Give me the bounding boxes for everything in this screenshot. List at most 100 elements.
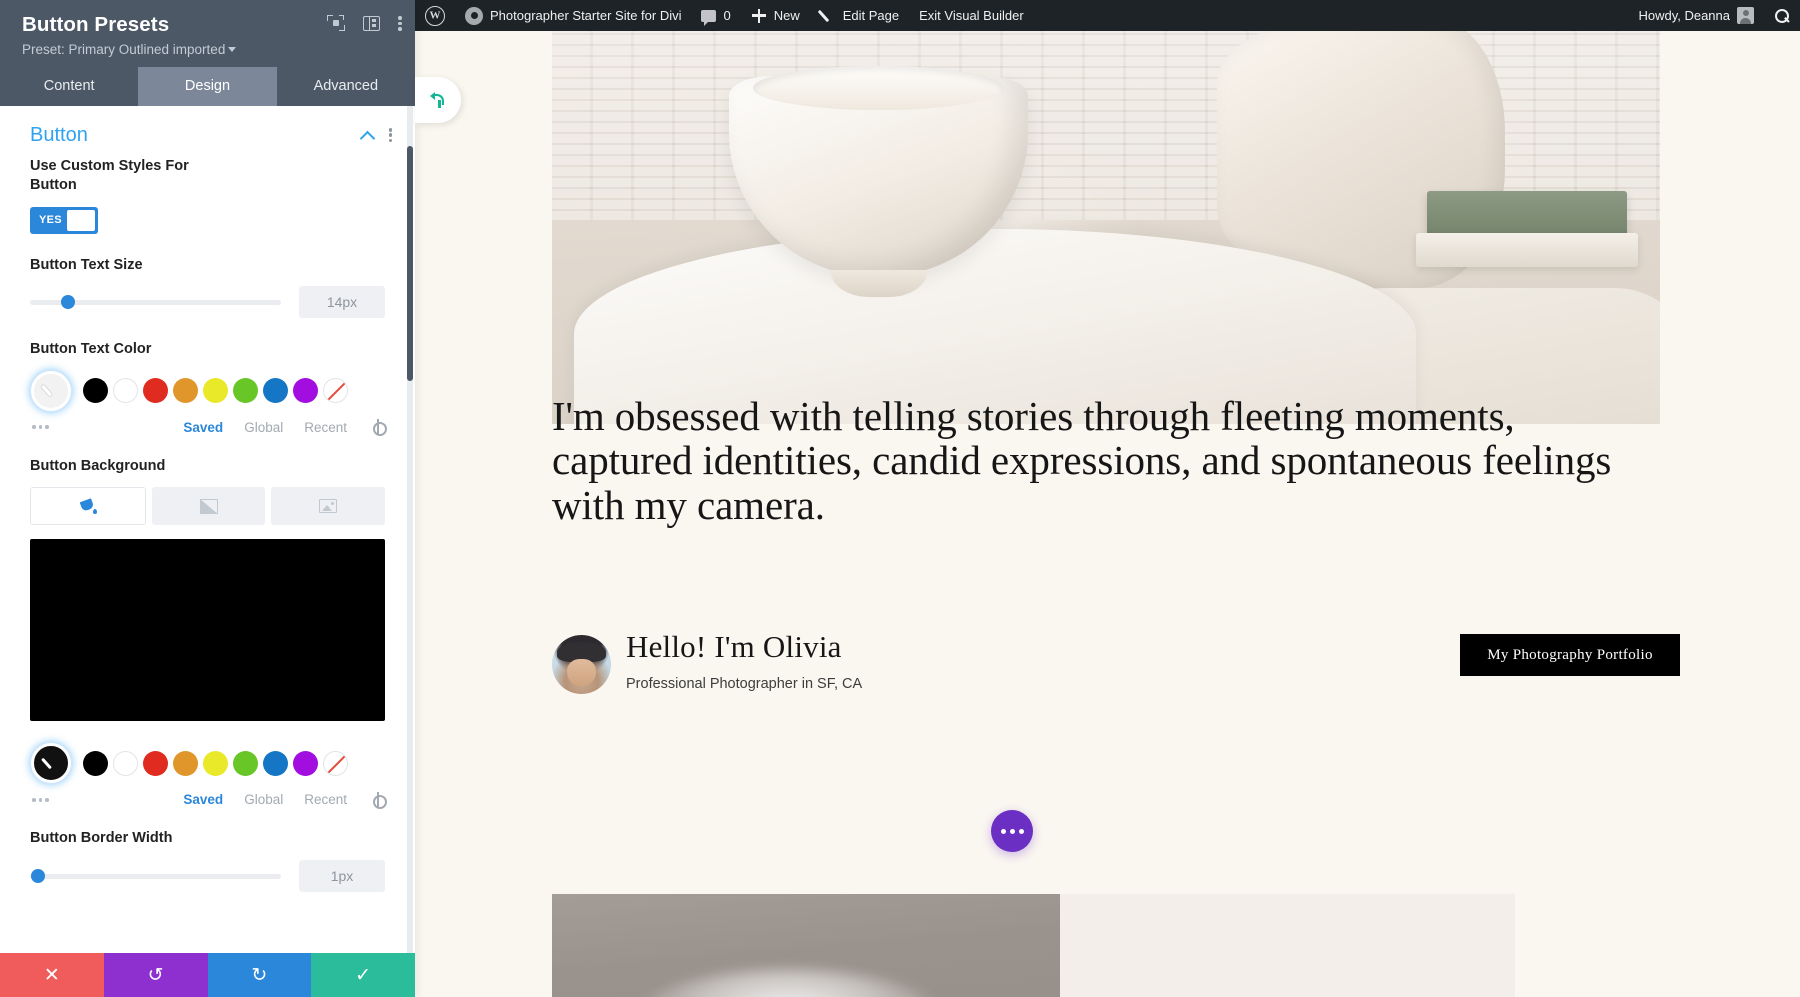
chevron-up-icon[interactable] — [361, 128, 375, 142]
swatch-white[interactable] — [113, 751, 138, 776]
swatch-green[interactable] — [233, 751, 258, 776]
hero-headline[interactable]: I'm obsessed with telling stories throug… — [552, 394, 1612, 527]
new-content-menu[interactable]: New — [741, 0, 810, 31]
background-image-tab[interactable] — [271, 487, 385, 525]
background-color-meta: Saved Global Recent — [30, 792, 385, 807]
swatch-red[interactable] — [143, 378, 168, 403]
link-global[interactable]: Global — [244, 420, 283, 435]
swatch-red[interactable] — [143, 751, 168, 776]
link-recent[interactable]: Recent — [304, 792, 347, 807]
custom-styles-toggle[interactable]: YES — [30, 207, 98, 234]
background-color-preview[interactable] — [30, 539, 385, 721]
preset-selector[interactable]: Preset: Primary Outlined imported — [22, 42, 399, 57]
panel-tabs: Content Design Advanced — [0, 67, 415, 106]
focus-icon[interactable] — [327, 14, 345, 32]
swatch-transparent[interactable] — [323, 378, 348, 403]
chevron-down-icon — [228, 47, 236, 52]
more-options-icon[interactable] — [32, 793, 54, 807]
gear-icon[interactable] — [371, 420, 385, 434]
swatch-orange[interactable] — [173, 378, 198, 403]
gallery-image-right[interactable] — [1060, 894, 1515, 997]
eyedropper-glyph — [43, 382, 60, 399]
wp-admin-bar: Photographer Starter Site for Divi 0 New… — [415, 0, 1800, 31]
howdy-menu[interactable]: Howdy, Deanna — [1628, 0, 1764, 31]
border-width-slider[interactable] — [30, 874, 281, 879]
hero-book-white — [1416, 233, 1638, 267]
wp-logo-menu[interactable] — [415, 0, 455, 31]
save-button[interactable]: ✓ — [311, 953, 415, 997]
floating-more-button[interactable] — [991, 810, 1033, 852]
background-color-tab[interactable] — [30, 487, 146, 525]
pencil-icon — [820, 8, 836, 24]
text-size-slider[interactable] — [30, 300, 281, 305]
redo-button[interactable]: ↻ — [208, 953, 312, 997]
field-button-border-width: Button Border Width — [0, 829, 415, 892]
search-button[interactable] — [1764, 0, 1800, 31]
profile-name[interactable]: Hello! I'm Olivia — [626, 629, 842, 665]
link-saved[interactable]: Saved — [183, 792, 223, 807]
dot — [1019, 829, 1024, 834]
panel-body[interactable]: Button Use Custom Styles For Button YES … — [0, 106, 415, 997]
tab-content[interactable]: Content — [0, 67, 138, 106]
swatch-yellow[interactable] — [203, 378, 228, 403]
section-title: Button — [30, 124, 361, 147]
swatch-blue[interactable] — [263, 751, 288, 776]
comments-menu[interactable]: 0 — [691, 0, 740, 31]
slider-handle[interactable] — [31, 869, 45, 883]
site-name-label: Photographer Starter Site for Divi — [490, 8, 681, 23]
tab-design[interactable]: Design — [138, 67, 276, 106]
field-label: Button Text Color — [30, 340, 220, 360]
swatch-black[interactable] — [83, 751, 108, 776]
kebab-menu-icon[interactable] — [398, 14, 403, 32]
undo-button[interactable]: ↺ — [104, 953, 208, 997]
panel-header: Button Presets Preset: Primary Outlined … — [0, 0, 415, 67]
visual-builder-tab[interactable] — [415, 77, 461, 123]
swatch-transparent[interactable] — [323, 751, 348, 776]
swatch-blue[interactable] — [263, 378, 288, 403]
swatch-white[interactable] — [113, 378, 138, 403]
gear-icon[interactable] — [371, 793, 385, 807]
plus-icon — [751, 8, 767, 24]
field-button-background: Button Background — [0, 457, 415, 722]
avatar-icon — [1737, 7, 1754, 24]
swatch-green[interactable] — [233, 378, 258, 403]
scrollbar-thumb[interactable] — [407, 146, 413, 381]
link-global[interactable]: Global — [244, 792, 283, 807]
comments-count: 0 — [723, 8, 730, 23]
slider-handle[interactable] — [61, 295, 75, 309]
site-name-menu[interactable]: Photographer Starter Site for Divi — [455, 0, 691, 31]
preset-label: Preset: Primary Outlined imported — [22, 42, 225, 57]
tab-advanced[interactable]: Advanced — [277, 67, 415, 106]
eyedropper-icon[interactable] — [31, 743, 71, 783]
text-size-input[interactable] — [299, 286, 385, 318]
search-icon — [1774, 8, 1790, 24]
color-source-links: Saved Global Recent — [183, 420, 385, 435]
portfolio-button[interactable]: My Photography Portfolio — [1460, 634, 1680, 676]
slider-row — [30, 286, 385, 318]
edit-page-link[interactable]: Edit Page — [810, 0, 909, 31]
eyedropper-icon[interactable] — [31, 371, 71, 411]
slider-row — [30, 860, 385, 892]
page-canvas[interactable]: I'm obsessed with telling stories throug… — [415, 31, 1800, 997]
eyedropper-glyph — [43, 755, 60, 772]
border-width-input[interactable] — [299, 860, 385, 892]
panel-action-bar: ✕ ↺ ↻ ✓ — [0, 953, 415, 997]
cancel-button[interactable]: ✕ — [0, 953, 104, 997]
swatch-orange[interactable] — [173, 751, 198, 776]
exit-visual-builder-link[interactable]: Exit Visual Builder — [909, 0, 1034, 31]
dot — [1001, 829, 1006, 834]
swatch-black[interactable] — [83, 378, 108, 403]
link-saved[interactable]: Saved — [183, 420, 223, 435]
kebab-menu-icon[interactable] — [389, 127, 393, 143]
layout-icon[interactable] — [363, 16, 380, 31]
hero-image[interactable] — [552, 31, 1660, 424]
new-label: New — [774, 8, 800, 23]
profile-subtitle[interactable]: Professional Photographer in SF, CA — [626, 676, 862, 692]
gallery-image-left[interactable] — [552, 894, 1077, 997]
swatch-purple[interactable] — [293, 751, 318, 776]
more-options-icon[interactable] — [32, 420, 54, 434]
link-recent[interactable]: Recent — [304, 420, 347, 435]
swatch-yellow[interactable] — [203, 751, 228, 776]
swatch-purple[interactable] — [293, 378, 318, 403]
background-gradient-tab[interactable] — [152, 487, 266, 525]
